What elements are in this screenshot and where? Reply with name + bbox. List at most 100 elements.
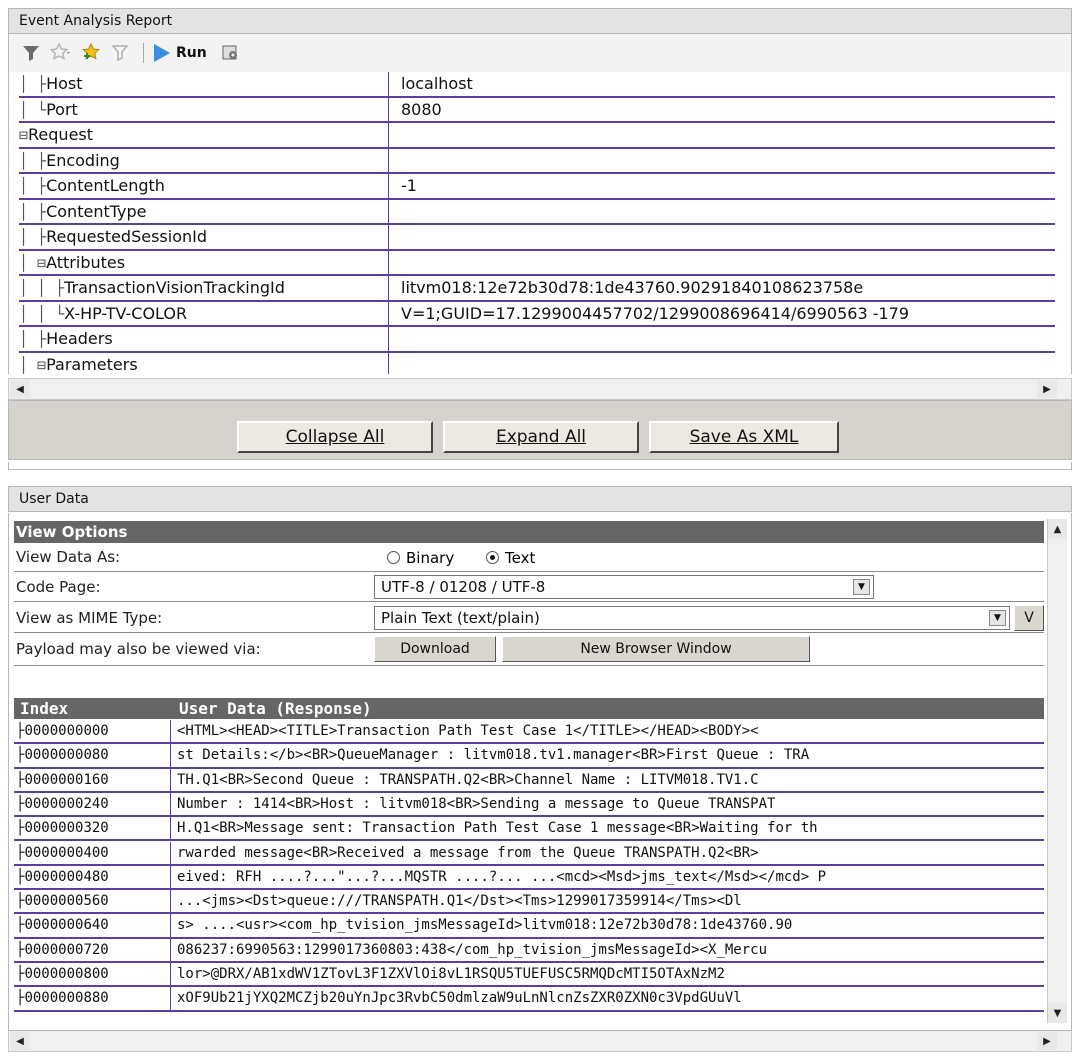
- tree-row[interactable]: │ │ ├TransactionVisionTrackingId litvm018…: [19, 276, 1055, 302]
- text-option[interactable]: Text: [486, 549, 535, 567]
- tree-horizontal-scrollbar[interactable]: ◀ ▶: [8, 378, 1072, 400]
- tree-row[interactable]: │ ├RequestedSessionId: [19, 225, 1055, 251]
- row-index-value: 0000000400: [24, 844, 109, 861]
- row-data: st Details:</b><BR>QueueManager : litvm0…: [177, 747, 810, 764]
- row-index: ├0000000320: [14, 817, 171, 840]
- save-as-xml-button[interactable]: Save As XML: [649, 421, 839, 453]
- table-row[interactable]: ├0000000480 eived: RFH ....?..."...?...MQ…: [14, 865, 1044, 891]
- run-label: Run: [176, 45, 207, 61]
- table-row[interactable]: ├0000000000 <HTML><HEAD><TITLE>Transactio…: [14, 720, 1044, 745]
- run-button[interactable]: Run: [154, 44, 207, 62]
- text-label: Text: [505, 549, 536, 567]
- scroll-down-icon[interactable]: ▼: [1048, 1003, 1067, 1023]
- tree-branch-icon: │ ├: [19, 228, 47, 246]
- view-mime-button[interactable]: V: [1014, 605, 1044, 631]
- tree-branch-icon[interactable]: │ ⊟: [19, 254, 46, 272]
- row-data: Number : 1414<BR>Host : litvm018<BR>Send…: [177, 795, 776, 812]
- binary-option[interactable]: Binary: [387, 549, 454, 567]
- tree-branch-icon[interactable]: │ ⊟: [19, 356, 46, 374]
- text-radio[interactable]: [486, 551, 499, 564]
- table-row[interactable]: ├0000000240 Number : 1414<BR>Host : litvm…: [14, 792, 1044, 818]
- chevron-down-icon[interactable]: ▼: [853, 579, 870, 595]
- code-page-row: Code Page: UTF-8 / 01208 / UTF-8 ▼: [14, 573, 1044, 602]
- row-data: <HTML><HEAD><TITLE>Transaction Path Test…: [177, 723, 759, 739]
- run-icon: [154, 44, 170, 62]
- tree-node-name[interactable]: │ ├Headers: [19, 327, 389, 351]
- table-row[interactable]: ├0000000560 ...<jms><Dst>queue:///TRANSPA…: [14, 890, 1044, 915]
- payload-row: Payload may also be viewed via: Download…: [14, 635, 1044, 666]
- row-data: ...<jms><Dst>queue:///TRANSPATH.Q1</Dst>…: [177, 893, 742, 910]
- table-row[interactable]: ├0000000400 rwarded message<BR>Received a…: [14, 841, 1044, 866]
- tree-node-name[interactable]: │ ├ContentType: [19, 199, 389, 223]
- tree-branch-icon: │ ├: [19, 202, 47, 221]
- table-row[interactable]: ├0000000880 xOF9Ub21jYXQ2MCZjb20uYnJpc3Rv…: [14, 987, 1044, 1012]
- user-data-horizontal-scrollbar[interactable]: ◀ ▶: [8, 1030, 1072, 1052]
- tree-node-label: Encoding: [46, 150, 120, 170]
- tree-row[interactable]: │ ├ContentType: [19, 199, 1055, 225]
- row-data: rwarded message<BR>Received a message fr…: [177, 844, 759, 861]
- code-page-select[interactable]: UTF-8 / 01208 / UTF-8 ▼: [374, 575, 874, 599]
- download-button[interactable]: Download: [374, 636, 496, 662]
- collapse-all-button[interactable]: Collapse All: [237, 421, 433, 453]
- tree-node-name[interactable]: │ ├Host: [19, 72, 389, 96]
- event-analysis-report-title: Event Analysis Report: [8, 8, 1072, 34]
- panel-border: [8, 462, 1072, 470]
- filter-icon[interactable]: [19, 41, 43, 65]
- settings-icon[interactable]: [219, 41, 243, 65]
- tree-row[interactable]: │ ├ContentLength -1: [19, 174, 1055, 200]
- scroll-right-icon[interactable]: ▶: [1037, 380, 1057, 398]
- tree-branch-icon: │ ├: [19, 330, 47, 348]
- tree-row[interactable]: │ ⊟Attributes: [19, 250, 1055, 276]
- table-row[interactable]: ├0000000640 s> ....<usr><com_hp_tvision_j…: [14, 914, 1044, 939]
- tree-node-name[interactable]: │ ├ContentLength: [19, 174, 389, 198]
- tree-row[interactable]: │ ├Headers: [19, 327, 1055, 353]
- tree-node-name[interactable]: │ ├RequestedSessionId: [19, 225, 389, 249]
- table-row[interactable]: ├0000000080 st Details:</b><BR>QueueManag…: [14, 744, 1044, 769]
- clear-filter-icon[interactable]: [109, 41, 133, 65]
- tree-row[interactable]: │ ⊟Parameters: [19, 352, 1055, 374]
- tree-node-name[interactable]: │ ├Encoding: [19, 148, 389, 172]
- tree-branch-icon[interactable]: ⊟: [19, 126, 28, 144]
- row-data: eived: RFH ....?..."...?...MQSTR ....?..…: [177, 868, 827, 885]
- view-data-as-row: View Data As: Binary Text: [14, 543, 1044, 572]
- mime-type-select[interactable]: Plain Text (text/plain) ▼: [374, 606, 1010, 630]
- user-data-vertical-scrollbar[interactable]: ▲ ▼: [1047, 519, 1067, 1023]
- chevron-down-icon[interactable]: ▼: [989, 610, 1006, 626]
- table-row[interactable]: ├0000000720 086237:6990563:1299017360803:…: [14, 938, 1044, 963]
- tree-node-name[interactable]: ⊟Request: [19, 123, 389, 147]
- tree-node-name[interactable]: │ │ └X-HP-TV-COLOR: [19, 301, 389, 325]
- tree-node-name[interactable]: │ ⊟Attributes: [19, 250, 389, 274]
- row-index-value: 0000000160: [24, 771, 109, 788]
- tree-row[interactable]: ⊟Request: [19, 123, 1055, 149]
- tree-node-label: RequestedSessionId: [46, 227, 208, 246]
- row-index-value: 0000000720: [24, 941, 109, 958]
- row-index-value: 0000000480: [24, 868, 109, 885]
- tree-row[interactable]: │ └Port 8080: [19, 97, 1055, 123]
- tree-node-name[interactable]: │ │ ├TransactionVisionTrackingId: [19, 276, 389, 300]
- table-row[interactable]: ├0000000320 H.Q1<BR>Message sent: Transac…: [14, 817, 1044, 842]
- favorites-icon[interactable]: [49, 41, 73, 65]
- tree-row[interactable]: │ ├Host localhost: [19, 72, 1055, 98]
- new-browser-window-button[interactable]: New Browser Window: [502, 636, 810, 662]
- scroll-left-icon[interactable]: ◀: [10, 380, 30, 398]
- tree-node-label: Host: [46, 74, 83, 93]
- add-favorite-icon[interactable]: [79, 41, 103, 65]
- tree-node-value: [401, 225, 1055, 249]
- tree-row[interactable]: │ ├Encoding: [19, 148, 1055, 174]
- tree-branch-icon: │ ├: [19, 151, 47, 170]
- scroll-right-icon[interactable]: ▶: [1037, 1032, 1057, 1050]
- row-index-value: 0000000080: [24, 747, 109, 764]
- table-row[interactable]: ├0000000800 lor>@DRX/AB1xdWV1ZTovL3F1ZXVl…: [14, 963, 1044, 988]
- row-index-value: 0000000320: [24, 820, 109, 837]
- tree-node-label: Request: [28, 125, 94, 144]
- scroll-left-icon[interactable]: ◀: [10, 1032, 30, 1050]
- table-row[interactable]: ├0000000160 TH.Q1<BR>Second Queue : TRANS…: [14, 768, 1044, 793]
- expand-all-button[interactable]: Expand All: [443, 421, 639, 453]
- tree-node-name[interactable]: │ ⊟Parameters: [19, 352, 389, 374]
- tree-row[interactable]: │ │ └X-HP-TV-COLOR V=1;GUID=17.1299004457…: [19, 301, 1055, 327]
- binary-radio[interactable]: [387, 551, 400, 564]
- scroll-up-icon[interactable]: ▲: [1048, 519, 1067, 539]
- tree-node-name[interactable]: │ └Port: [19, 97, 389, 121]
- mime-type-row: View as MIME Type: Plain Text (text/plai…: [14, 604, 1044, 633]
- user-data-title: User Data: [8, 486, 1072, 512]
